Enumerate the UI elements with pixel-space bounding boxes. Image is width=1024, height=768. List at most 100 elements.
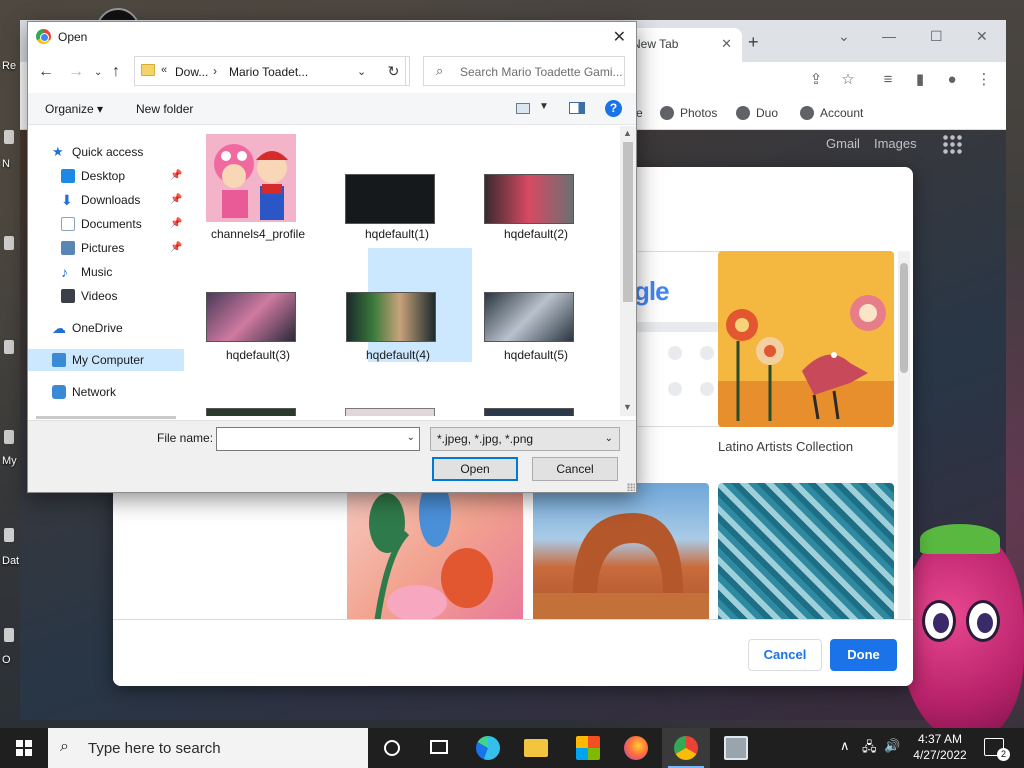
scroll-up-icon[interactable]: ▲: [623, 128, 632, 138]
nav-item-documents[interactable]: Documents 📌: [28, 213, 184, 235]
file-grid-scrollbar[interactable]: ▲ ▼: [620, 126, 636, 416]
gmail-link[interactable]: Gmail: [826, 136, 860, 151]
resize-grip[interactable]: [627, 483, 635, 491]
share-icon[interactable]: ⇪: [806, 70, 826, 90]
file-thumbnail-partial[interactable]: [206, 408, 296, 416]
nav-item-desktop[interactable]: Desktop 📌: [28, 165, 184, 187]
start-button[interactable]: [0, 728, 48, 768]
address-dropdown-icon[interactable]: ⌄: [357, 65, 366, 78]
search-icon: ⌕: [436, 63, 444, 78]
background-tile-arch[interactable]: [533, 483, 709, 623]
profile-icon[interactable]: ●: [942, 70, 962, 90]
new-folder-button[interactable]: New folder: [136, 102, 193, 116]
nav-item-network[interactable]: Network: [28, 381, 184, 403]
store-button[interactable]: [564, 728, 612, 768]
cancel-button[interactable]: Cancel: [748, 639, 822, 671]
file-type-filter[interactable]: *.jpeg, *.jpg, *.png ⌄: [430, 427, 620, 451]
new-tab-button[interactable]: +: [748, 32, 759, 53]
open-button[interactable]: Open: [432, 457, 518, 481]
menu-kebab-icon[interactable]: ⋮: [974, 70, 994, 90]
file-thumbnail-partial[interactable]: [484, 408, 574, 416]
images-link[interactable]: Images: [874, 136, 917, 151]
nav-item-quick-access[interactable]: ★ Quick access: [28, 141, 184, 163]
background-tile-painting[interactable]: [347, 483, 523, 623]
taskbar-search[interactable]: ⌕ Type here to search: [48, 728, 368, 768]
file-explorer-button[interactable]: [512, 728, 560, 768]
bookmark-photos[interactable]: Photos: [660, 106, 717, 120]
nav-item-my-computer[interactable]: My Computer: [28, 349, 184, 371]
organize-menu[interactable]: Organize ▾: [45, 102, 103, 116]
dialog-title-bar[interactable]: Open ✕: [28, 22, 636, 52]
nav-item-downloads[interactable]: ⬇ Downloads 📌: [28, 189, 184, 211]
scrollbar-thumb[interactable]: [900, 263, 908, 373]
back-arrow-icon[interactable]: ←: [38, 63, 54, 81]
volume-icon[interactable]: 🔊: [884, 738, 900, 754]
desktop-shortcut-icon[interactable]: [4, 430, 14, 444]
breadcrumb-segment[interactable]: Dow...: [175, 65, 208, 79]
firefox-button[interactable]: [612, 728, 660, 768]
tiles-scrollbar[interactable]: [898, 251, 910, 621]
file-name-input[interactable]: ⌄: [216, 427, 420, 451]
close-icon[interactable]: ✕: [613, 27, 626, 47]
background-tile-glass-building[interactable]: [718, 483, 894, 623]
desktop-shortcut-icon[interactable]: [4, 130, 14, 144]
close-window-icon[interactable]: ✕: [976, 28, 988, 45]
file-item[interactable]: hqdefault(3): [206, 256, 310, 370]
nav-item-music[interactable]: ♪ Music: [28, 261, 184, 283]
side-panel-icon[interactable]: ▮: [910, 70, 930, 90]
search-box[interactable]: ⌕ Search Mario Toadette Gami...: [423, 56, 625, 86]
scroll-down-icon[interactable]: ▼: [623, 402, 632, 412]
file-item-selected[interactable]: hqdefault(4): [346, 248, 472, 362]
file-item[interactable]: hqdefault(2): [484, 134, 588, 248]
reading-list-icon[interactable]: ≡: [878, 70, 898, 90]
view-options-chevron-icon[interactable]: ▼: [539, 101, 549, 112]
background-tile-latino-artists[interactable]: [718, 251, 894, 427]
file-thumbnail-partial[interactable]: [345, 408, 435, 416]
chrome-button[interactable]: [662, 728, 710, 768]
bookmark-star-icon[interactable]: ☆: [838, 70, 858, 90]
task-view-button[interactable]: [416, 728, 464, 768]
file-item[interactable]: channels4_profile: [206, 134, 310, 248]
network-tray-icon[interactable]: 🖧: [862, 738, 877, 760]
desktop-shortcut-icon[interactable]: [4, 628, 14, 642]
done-button[interactable]: Done: [830, 639, 897, 671]
bookmark-account[interactable]: Account: [800, 106, 863, 120]
tab-search-icon[interactable]: ⌄: [838, 28, 850, 45]
refresh-icon[interactable]: ↻: [378, 56, 410, 86]
edge-button[interactable]: [464, 728, 512, 768]
minimize-icon[interactable]: —: [882, 28, 896, 44]
address-bar[interactable]: « Dow... › Mario Toadet... ⌄: [134, 56, 406, 86]
photos-app-button[interactable]: [712, 728, 760, 768]
close-tab-icon[interactable]: ✕: [721, 36, 732, 52]
scrollbar-thumb[interactable]: [623, 142, 633, 302]
cortana-button[interactable]: [368, 728, 416, 768]
help-icon[interactable]: ?: [605, 100, 622, 117]
tab-new-tab[interactable]: New Tab ✕: [620, 28, 742, 62]
nav-item-pictures[interactable]: Pictures 📌: [28, 237, 184, 259]
recent-locations-chevron-icon[interactable]: ⌄: [94, 67, 102, 78]
file-item[interactable]: hqdefault(1): [345, 134, 449, 248]
apps-grid-icon[interactable]: [942, 134, 962, 154]
desktop-shortcut-icon[interactable]: [4, 236, 14, 250]
change-view-icon[interactable]: [516, 103, 530, 114]
show-hidden-icons-chevron-icon[interactable]: ∧: [840, 738, 850, 754]
preview-pane-icon[interactable]: [569, 102, 585, 114]
breadcrumb-segment[interactable]: Mario Toadet...: [229, 65, 308, 79]
breadcrumb-separator[interactable]: ›: [213, 64, 217, 78]
desktop-shortcut-icon[interactable]: [4, 340, 14, 354]
up-arrow-icon[interactable]: ↑: [112, 63, 120, 81]
desktop-shortcut-icon[interactable]: [4, 528, 14, 542]
file-item[interactable]: hqdefault(5): [484, 256, 588, 370]
cancel-button[interactable]: Cancel: [532, 457, 618, 481]
clock[interactable]: 4:37 AM 4/27/2022: [900, 731, 980, 763]
breadcrumb-overflow[interactable]: «: [161, 64, 167, 76]
tile-caption-latino: Latino Artists Collection: [718, 439, 854, 454]
nav-item-onedrive[interactable]: ☁ OneDrive: [28, 317, 184, 339]
nav-item-videos[interactable]: Videos: [28, 285, 184, 307]
bookmark-item[interactable]: e: [636, 106, 643, 120]
forward-arrow-icon[interactable]: →: [68, 63, 84, 81]
maximize-icon[interactable]: ☐: [930, 28, 943, 45]
bookmark-duo[interactable]: Duo: [736, 106, 778, 120]
file-name-dropdown-icon[interactable]: ⌄: [407, 432, 415, 443]
action-center-icon[interactable]: 2: [984, 738, 1010, 761]
